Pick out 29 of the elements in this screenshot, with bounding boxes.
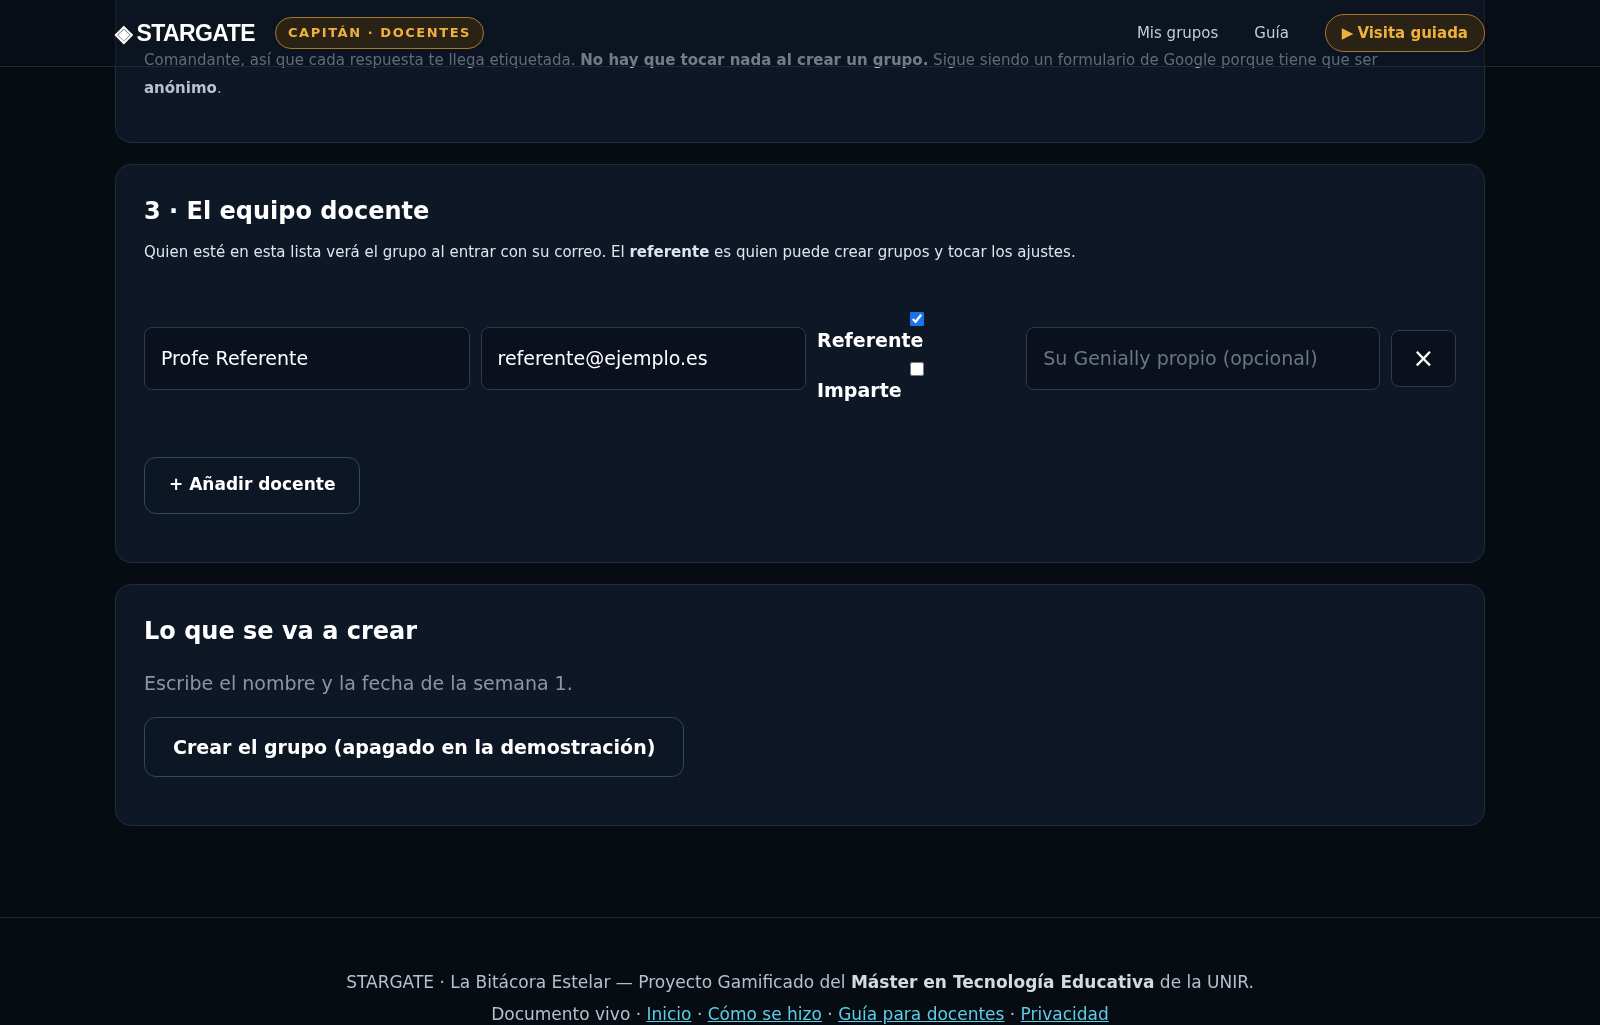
name-field[interactable]: Profe Referente xyxy=(144,326,470,390)
footer-link[interactable]: Inicio xyxy=(646,1003,692,1024)
separator-dot: · xyxy=(634,1003,643,1024)
footer-links-line: Documento vivo · Inicio · Cómo se hizo · Guía para docentes · Privacidad xyxy=(491,1002,1109,1025)
role-checkbox[interactable] xyxy=(910,311,924,326)
footer-link[interactable]: Cómo se hizo xyxy=(707,1003,822,1024)
section-description: Quien esté en esta lista verá el grupo al entrar con su correo. El referente es quien puede crear grupos y tocar los ajustes. xyxy=(144,242,1077,263)
footer-text: STARGATE · La Bitácora Estelar — Proyecto Gamificado del Máster en Tecnología Educativa de la UNIR. xyxy=(346,971,1254,994)
footer-link[interactable]: Guía para docentes xyxy=(838,1003,1005,1024)
add-teacher-button[interactable]: + Añadir docente xyxy=(144,456,361,514)
nav-link[interactable]: Mis grupos xyxy=(1136,21,1219,45)
email-field[interactable]: referente@ejemplo.es xyxy=(480,326,806,390)
role-checkbox[interactable] xyxy=(910,362,924,376)
remove-button[interactable]: × xyxy=(1390,329,1456,387)
section-title: 3 · El equipo docente xyxy=(144,196,431,227)
nav-link[interactable]: Guía xyxy=(1254,21,1289,45)
section-paragraph: Comandante, así que cada respuesta te llega etiquetada. No hay que tocar nada al crear un grupo. Sigue siendo un formulario de Google porque tiene que ser anónimo. xyxy=(144,50,1379,99)
create-group-button[interactable]: Crear el grupo (apagado en la demostración) xyxy=(144,717,685,777)
genially-field[interactable]: Su Genially propio (opcional) xyxy=(1026,326,1380,390)
role-badge: CAPITÁN · DOCENTES xyxy=(274,17,485,49)
section-title: Lo que se va a crear xyxy=(144,615,419,647)
separator-dot: · xyxy=(1008,1003,1017,1024)
separator-dot: · xyxy=(695,1003,704,1024)
role-label: Referente xyxy=(817,327,924,353)
footer-link[interactable]: Privacidad xyxy=(1020,1003,1109,1024)
logo[interactable]: ◈ STARGATE xyxy=(115,15,255,51)
hint-text: Escribe el nombre y la fecha de la semana 1. xyxy=(144,670,574,696)
separator-dot: · xyxy=(826,1003,834,1024)
role-label: Imparte xyxy=(817,378,902,403)
